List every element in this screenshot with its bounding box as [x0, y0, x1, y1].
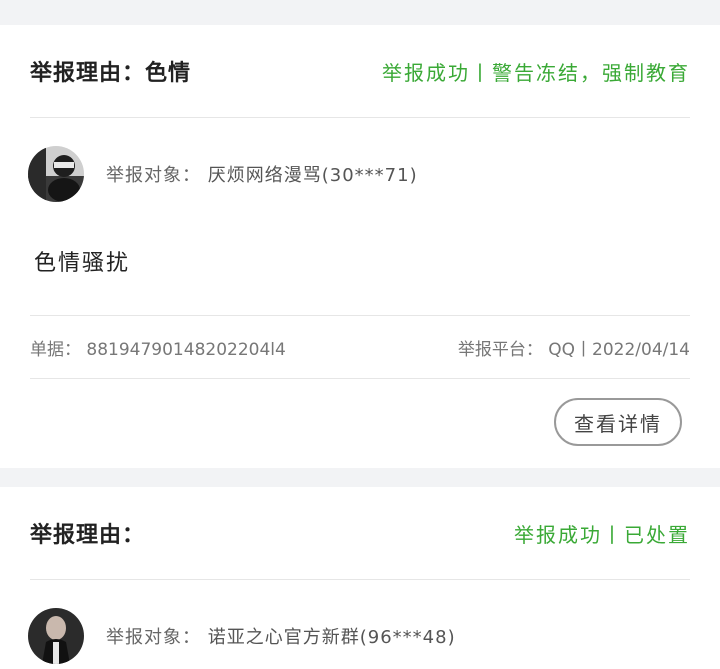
target-text: 举报对象： 诺亚之心官方新群(96***48)	[106, 623, 456, 649]
target-label: 举报对象：	[106, 627, 201, 648]
target-text: 举报对象： 厌烦网络漫骂(30***71)	[106, 161, 418, 187]
platform-info: 举报平台： QQ丨2022/04/14	[458, 335, 690, 360]
target-value: 厌烦网络漫骂(30***71)	[207, 165, 418, 186]
target-label: 举报对象：	[106, 165, 201, 186]
reason-label: 举报理由：	[30, 523, 146, 548]
report-status: 举报成功丨已处置	[514, 522, 690, 547]
platform-label: 举报平台：	[457, 339, 543, 360]
report-header: 举报理由： 举报成功丨已处置	[30, 487, 690, 580]
report-target: 举报对象： 厌烦网络漫骂(30***71)	[28, 145, 690, 203]
platform-value: QQ丨2022/04/14	[548, 339, 690, 360]
report-header: 举报理由：色情 举报成功丨警告冻结，强制教育	[30, 25, 690, 118]
reason-label: 举报理由：	[30, 61, 146, 86]
report-reason: 举报理由：	[30, 517, 145, 549]
report-meta: 单据： 88194790148202204l4 举报平台： QQ丨2022/04…	[30, 315, 690, 379]
avatar-photo-icon	[28, 146, 84, 202]
ticket-label: 单据：	[30, 339, 81, 360]
report-reason: 举报理由：色情	[30, 55, 191, 87]
report-target: 举报对象： 诺亚之心官方新群(96***48)	[28, 607, 690, 665]
report-card: 举报理由：色情 举报成功丨警告冻结，强制教育 举报对象： 厌烦网络漫骂(30**…	[0, 25, 720, 468]
target-value: 诺亚之心官方新群(96***48)	[207, 627, 456, 648]
avatar	[28, 146, 84, 202]
avatar-photo-icon	[28, 608, 84, 664]
ticket-value: 88194790148202204l4	[86, 339, 286, 360]
report-card: 举报理由： 举报成功丨已处置 举报对象： 诺亚之心官方新群(96***48)	[0, 487, 720, 669]
report-description: 色情骚扰	[34, 251, 131, 276]
avatar	[28, 608, 84, 664]
report-status: 举报成功丨警告冻结，强制教育	[382, 60, 690, 85]
reason-value: 色情	[145, 61, 192, 86]
view-details-button[interactable]: 查看详情	[554, 398, 682, 446]
ticket-info: 单据： 88194790148202204l4	[30, 335, 286, 360]
